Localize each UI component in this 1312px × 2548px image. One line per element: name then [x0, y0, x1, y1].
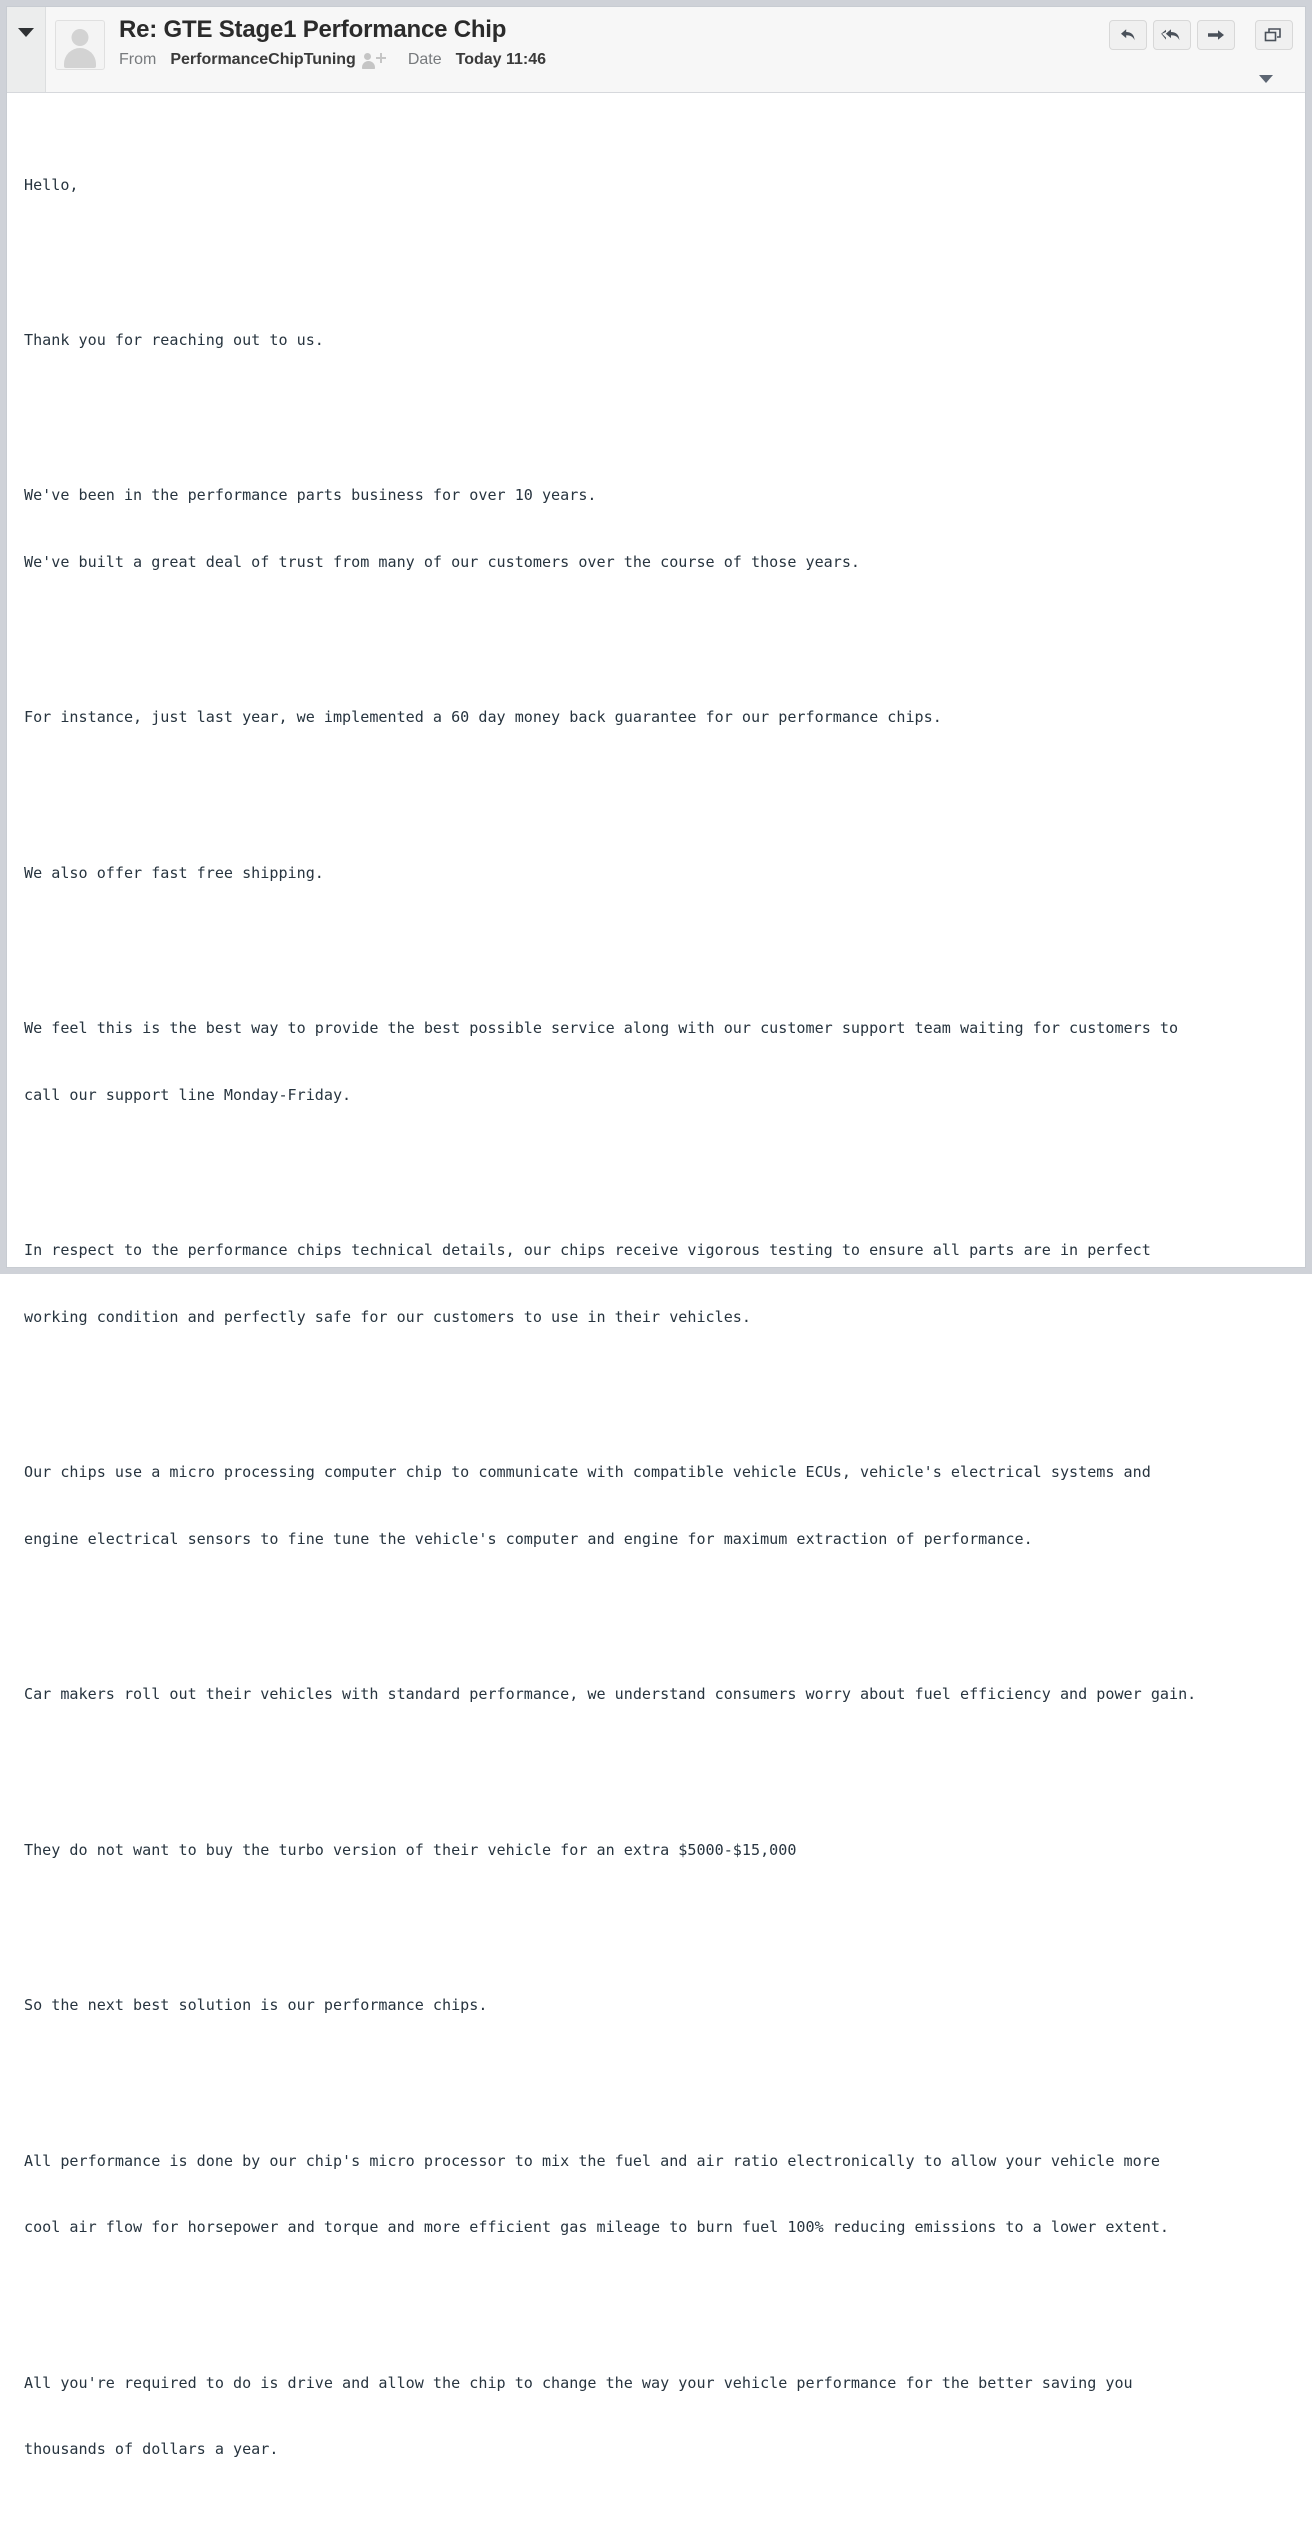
body-paragraph-11-line-2: cool air flow for horsepower and torque …	[24, 2218, 1169, 2237]
header-text: Re: GTE Stage1 Performance Chip From Per…	[119, 15, 546, 69]
body-paragraph-12-line-2: thousands of dollars a year.	[24, 2440, 279, 2459]
body-paragraph-6-line-2: working condition and perfectly safe for…	[24, 1307, 751, 1326]
body-paragraph-2-line-1: We've been in the performance parts busi…	[24, 486, 597, 505]
forward-arrow-icon	[1208, 30, 1224, 40]
forward-button[interactable]	[1197, 20, 1235, 50]
header-main: Re: GTE Stage1 Performance Chip From Per…	[46, 7, 1305, 83]
body-paragraph-3: For instance, just last year, we impleme…	[24, 708, 942, 727]
reply-button[interactable]	[1109, 20, 1147, 50]
add-contact-icon[interactable]	[361, 51, 386, 69]
email-header: Re: GTE Stage1 Performance Chip From Per…	[7, 7, 1305, 93]
reply-icon	[1121, 29, 1135, 41]
body-paragraph-5-line-1: We feel this is the best way to provide …	[24, 1019, 1179, 1038]
date-label: Date	[407, 51, 442, 68]
reply-all-icon	[1161, 29, 1180, 41]
reply-all-button[interactable]	[1153, 20, 1191, 50]
body-paragraph-8: Car makers roll out their vehicles with …	[24, 1685, 1197, 1704]
body-paragraph-1: Thank you for reaching out to us.	[24, 331, 324, 350]
body-paragraph-12-line-1: All you're required to do is drive and a…	[24, 2373, 1133, 2392]
email-window: Re: GTE Stage1 Performance Chip From Per…	[0, 0, 1312, 2458]
body-paragraph-7-line-1: Our chips use a micro processing compute…	[24, 1463, 1151, 1482]
body-paragraph-6-line-1: In respect to the performance chips tech…	[24, 1241, 1151, 1260]
body-paragraph-2-line-2: We've built a great deal of trust from m…	[24, 553, 861, 572]
body-paragraph-5-line-2: call our support line Monday-Friday.	[24, 1085, 352, 1104]
message-meta: From PerformanceChipTuning Date Today 11…	[119, 51, 546, 69]
from-label: From	[119, 51, 157, 68]
avatar-head	[71, 29, 89, 46]
open-in-window-button[interactable]	[1255, 20, 1293, 50]
chevron-down-icon[interactable]	[1259, 75, 1273, 83]
date-value: Today 11:46	[455, 51, 547, 68]
default-avatar-icon	[55, 20, 105, 70]
email-inner-frame: Re: GTE Stage1 Performance Chip From Per…	[6, 6, 1306, 2458]
body-paragraph-7-line-2: engine electrical sensors to fine tune t…	[24, 1529, 1033, 1548]
body-paragraph-10: So the next best solution is our perform…	[24, 1996, 488, 2015]
open-in-window-icon	[1264, 28, 1281, 42]
add-contact-plus-horizontal	[375, 57, 386, 59]
collapse-message-toggle[interactable]	[7, 7, 46, 92]
email-body: Hello, Thank you for reaching out to us.…	[7, 93, 1305, 2548]
avatar-body	[64, 48, 96, 68]
body-paragraph-11-line-1: All performance is done by our chip's mi…	[24, 2151, 1160, 2170]
triangle-down-icon	[18, 28, 34, 37]
page-title: Re: GTE Stage1 Performance Chip	[119, 16, 507, 43]
body-greeting: Hello,	[24, 175, 79, 194]
add-contact-body	[361, 61, 375, 69]
sender-name[interactable]: PerformanceChipTuning	[170, 51, 356, 69]
add-contact-head	[363, 53, 371, 60]
message-toolbar	[1103, 20, 1293, 83]
body-paragraph-9: They do not want to buy the turbo versio…	[24, 1840, 797, 1859]
body-paragraph-4: We also offer fast free shipping.	[24, 863, 324, 882]
